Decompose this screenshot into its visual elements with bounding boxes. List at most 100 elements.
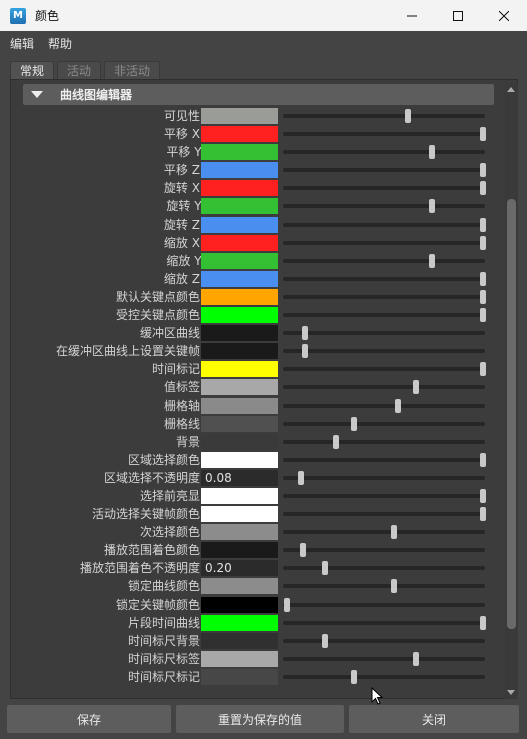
color-swatch[interactable]: [201, 524, 278, 541]
slider-handle[interactable]: [479, 488, 486, 503]
slider-track[interactable]: [283, 525, 485, 540]
slider-track[interactable]: [283, 199, 485, 214]
menu-edit[interactable]: 编辑: [10, 35, 34, 52]
slider-handle[interactable]: [302, 326, 309, 341]
color-swatch[interactable]: [201, 361, 278, 378]
slider-track[interactable]: [283, 289, 486, 304]
slider-track[interactable]: [283, 380, 485, 395]
slider-track[interactable]: [283, 669, 485, 684]
collapse-triangle-icon[interactable]: [31, 91, 43, 98]
slider-track[interactable]: [283, 488, 486, 503]
slider-handle[interactable]: [405, 109, 412, 123]
section-graph-editor[interactable]: 曲线图编辑器: [23, 84, 494, 105]
slider-track[interactable]: [283, 470, 485, 485]
opacity-value-field[interactable]: 0.08: [201, 469, 278, 486]
close-button[interactable]: [481, 0, 527, 31]
slider-handle[interactable]: [429, 145, 436, 160]
slider-handle[interactable]: [300, 543, 307, 558]
slider-handle[interactable]: [413, 380, 420, 395]
slider-track[interactable]: [283, 181, 486, 196]
slider-handle[interactable]: [479, 181, 486, 196]
slider-handle[interactable]: [479, 235, 486, 250]
color-swatch[interactable]: [201, 270, 278, 287]
opacity-value-field[interactable]: 0.20: [201, 560, 278, 577]
color-swatch[interactable]: [201, 126, 278, 143]
color-swatch[interactable]: [201, 668, 278, 685]
slider-handle[interactable]: [479, 362, 486, 377]
color-swatch[interactable]: [201, 632, 278, 649]
slider-handle[interactable]: [350, 669, 357, 684]
slider-handle[interactable]: [479, 507, 486, 522]
color-swatch[interactable]: [201, 614, 278, 631]
slider-handle[interactable]: [298, 470, 305, 485]
slider-track[interactable]: [283, 163, 486, 178]
slider-track[interactable]: [283, 597, 485, 612]
slider-track[interactable]: [283, 253, 485, 268]
tab-inactive[interactable]: 非活动: [104, 61, 161, 79]
slider-track[interactable]: [283, 271, 486, 286]
slider-track[interactable]: [283, 326, 485, 341]
slider-handle[interactable]: [413, 651, 420, 666]
tab-general[interactable]: 常规: [10, 61, 55, 79]
color-swatch[interactable]: [201, 415, 278, 432]
slider-track[interactable]: [283, 434, 485, 449]
tab-active[interactable]: 活动: [57, 61, 102, 79]
slider-handle[interactable]: [322, 633, 329, 648]
slider-handle[interactable]: [479, 217, 486, 232]
vertical-scrollbar[interactable]: [505, 83, 518, 699]
color-swatch[interactable]: [201, 542, 278, 559]
slider-track[interactable]: [283, 127, 486, 142]
slider-track[interactable]: [283, 579, 485, 594]
scrollbar-thumb[interactable]: [507, 199, 516, 629]
slider-handle[interactable]: [284, 597, 291, 612]
slider-handle[interactable]: [391, 525, 398, 540]
slider-handle[interactable]: [479, 308, 486, 323]
color-swatch[interactable]: [201, 180, 278, 197]
color-swatch[interactable]: [201, 397, 278, 414]
slider-track[interactable]: [283, 615, 486, 630]
color-swatch[interactable]: [201, 144, 278, 161]
slider-track[interactable]: [283, 362, 486, 377]
scroll-up-icon[interactable]: [507, 87, 515, 92]
reset-button[interactable]: 重置为保存的值: [176, 705, 344, 733]
slider-handle[interactable]: [479, 163, 486, 178]
slider-track[interactable]: [283, 561, 485, 576]
slider-track[interactable]: [283, 651, 485, 666]
color-swatch[interactable]: [201, 578, 278, 595]
slider-track[interactable]: [283, 145, 485, 160]
slider-handle[interactable]: [479, 127, 486, 142]
color-swatch[interactable]: [201, 198, 278, 215]
color-swatch[interactable]: [201, 288, 278, 305]
color-swatch[interactable]: [201, 234, 278, 251]
slider-track[interactable]: [283, 109, 485, 123]
slider-handle[interactable]: [479, 289, 486, 304]
slider-track[interactable]: [283, 308, 486, 323]
slider-handle[interactable]: [429, 199, 436, 214]
slider-handle[interactable]: [429, 253, 436, 268]
slider-track[interactable]: [283, 344, 485, 359]
slider-handle[interactable]: [479, 452, 486, 467]
slider-track[interactable]: [283, 416, 485, 431]
slider-handle[interactable]: [391, 579, 398, 594]
slider-handle[interactable]: [302, 344, 309, 359]
color-swatch[interactable]: [201, 506, 278, 523]
slider-handle[interactable]: [322, 561, 329, 576]
slider-track[interactable]: [283, 217, 486, 232]
slider-track[interactable]: [283, 507, 486, 522]
color-swatch[interactable]: [201, 162, 278, 179]
color-swatch[interactable]: [201, 252, 278, 269]
color-swatch[interactable]: [201, 325, 278, 342]
menu-help[interactable]: 帮助: [48, 35, 72, 52]
close-dialog-button[interactable]: 关闭: [349, 705, 519, 733]
slider-handle[interactable]: [479, 615, 486, 630]
color-swatch[interactable]: [201, 343, 278, 360]
slider-track[interactable]: [283, 452, 486, 467]
slider-handle[interactable]: [332, 434, 339, 449]
color-swatch[interactable]: [201, 433, 278, 450]
color-swatch[interactable]: [201, 307, 278, 324]
minimize-button[interactable]: [389, 0, 435, 31]
save-button[interactable]: 保存: [7, 705, 171, 733]
slider-handle[interactable]: [350, 416, 357, 431]
slider-handle[interactable]: [479, 271, 486, 286]
color-swatch[interactable]: [201, 451, 278, 468]
